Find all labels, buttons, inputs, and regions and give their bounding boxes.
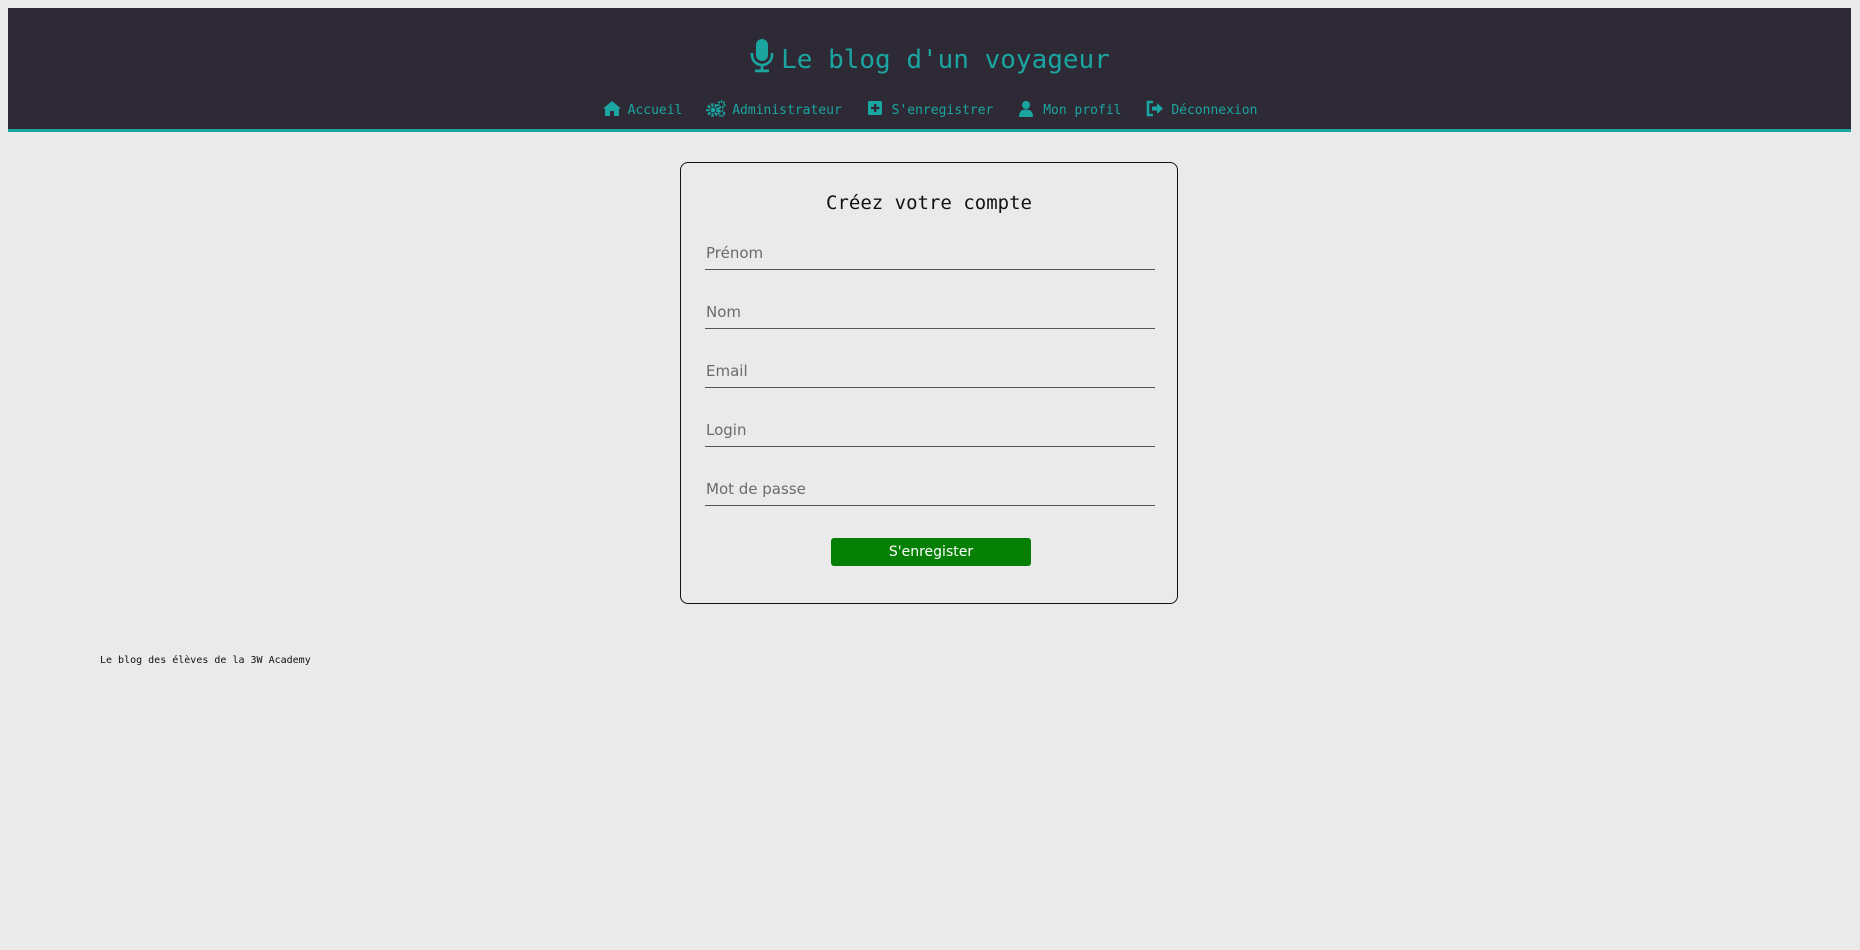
- register-button[interactable]: S'enregister: [831, 538, 1031, 566]
- nav-item-administrateur[interactable]: Administrateur: [706, 100, 842, 121]
- password-input[interactable]: [705, 472, 1155, 506]
- home-icon: [602, 100, 622, 117]
- nav-item-accueil[interactable]: Accueil: [602, 100, 683, 121]
- microphone-icon: [749, 38, 775, 74]
- nav-item-deconnexion[interactable]: Déconnexion: [1145, 100, 1257, 121]
- nav-item-label: Mon profil: [1043, 103, 1122, 118]
- form-title: Créez votre compte: [826, 192, 1032, 214]
- main-nav: Accueil Administrateur S'enregistrer Mon…: [8, 100, 1851, 121]
- nav-item-label: Administrateur: [732, 103, 842, 118]
- last-name-input[interactable]: [705, 295, 1155, 329]
- site-header: Le blog d'un voyageur Accueil Administra…: [8, 8, 1851, 132]
- nav-item-senregistrer[interactable]: S'enregistrer: [866, 100, 994, 121]
- site-title-text: Le blog d'un voyageur: [781, 45, 1110, 75]
- nav-item-mon-profil[interactable]: Mon profil: [1017, 100, 1121, 121]
- cogs-icon: [706, 100, 726, 117]
- email-input[interactable]: [705, 354, 1155, 388]
- login-input[interactable]: [705, 413, 1155, 447]
- register-form-card: Créez votre compte S'enregister: [680, 162, 1178, 604]
- user-icon: [1017, 100, 1037, 117]
- site-title[interactable]: Le blog d'un voyageur: [8, 38, 1851, 80]
- sign-out-icon: [1145, 100, 1165, 117]
- nav-item-label: Déconnexion: [1171, 103, 1258, 118]
- nav-item-label: S'enregistrer: [891, 103, 994, 118]
- plus-square-icon: [866, 100, 886, 117]
- nav-item-label: Accueil: [627, 103, 683, 118]
- footer-text: Le blog des élèves de la 3W Academy: [100, 655, 311, 666]
- first-name-input[interactable]: [705, 236, 1155, 270]
